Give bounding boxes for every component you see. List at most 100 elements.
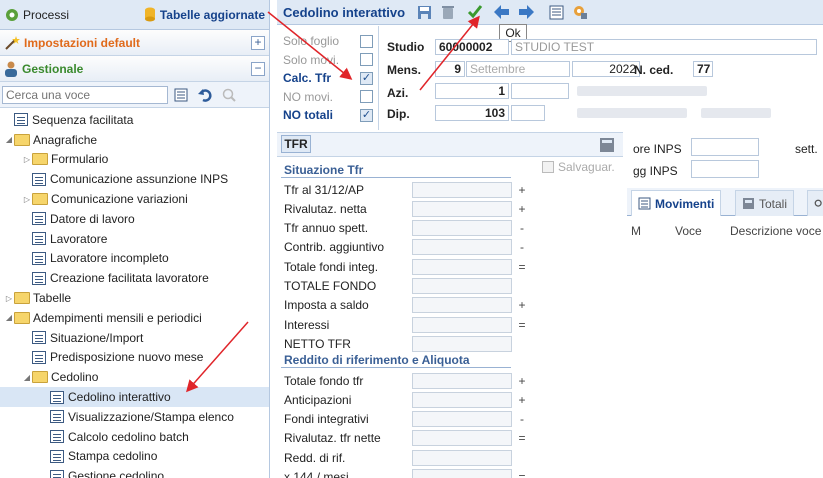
tab-tfr[interactable]: TFR (281, 135, 311, 153)
option-checkbox-row[interactable]: Calc. Tfr ✓ (283, 69, 373, 87)
arrow-right-icon[interactable] (517, 3, 535, 21)
column-m: M (631, 224, 641, 238)
row-value-field[interactable] (412, 449, 512, 466)
checkbox[interactable] (542, 161, 554, 173)
search-icon[interactable] (218, 85, 240, 105)
tree-item[interactable]: ◢ Adempimenti mensili e periodici (0, 308, 269, 328)
row-value-field[interactable] (412, 220, 512, 237)
tab-totali[interactable]: Totali (735, 190, 795, 216)
row-value-field[interactable] (412, 239, 512, 256)
year-field[interactable]: 2022 (572, 61, 640, 77)
nced-field[interactable]: 77 (693, 61, 713, 77)
checkbox[interactable]: ✓ (360, 71, 373, 85)
expander-icon[interactable]: ◢ (22, 373, 32, 382)
tree-item[interactable]: Stampa cedolino (0, 447, 269, 467)
sett-label: sett. (795, 142, 818, 156)
search-input[interactable] (2, 85, 168, 104)
month-number-field[interactable]: 9 (435, 61, 465, 77)
collapse-button[interactable]: − (251, 61, 265, 76)
tree-item[interactable]: ◢ Cedolino (0, 367, 269, 387)
tfr-row: TOTALE FONDO (284, 277, 534, 296)
tabelle-aggiornate-button[interactable]: Tabelle aggiornate (144, 7, 265, 22)
tree-item-selected[interactable]: Cedolino interattivo (0, 387, 269, 407)
tree-item[interactable]: Situazione/Import (0, 328, 269, 348)
expand-button[interactable]: + (251, 35, 265, 50)
tree-item-label: Comunicazione variazioni (51, 192, 188, 207)
row-value-field[interactable] (412, 297, 512, 314)
row-value-field[interactable] (412, 335, 512, 352)
azi-field[interactable]: 1 (435, 83, 509, 99)
undo-icon[interactable] (194, 85, 216, 105)
tree-item[interactable]: ▷ Formulario (0, 150, 269, 170)
row-value-field[interactable] (412, 430, 512, 447)
dip-extra-field[interactable] (511, 105, 545, 121)
document-icon (50, 449, 64, 463)
tree-item[interactable]: Sequenza facilitata (0, 110, 269, 130)
expander-icon[interactable]: ▷ (4, 294, 14, 303)
ore-inps-field[interactable] (691, 138, 759, 156)
option-checkbox-row[interactable]: NO movi. (283, 88, 373, 106)
expander-icon[interactable]: ▷ (22, 155, 32, 164)
row-value-field[interactable] (412, 200, 512, 217)
tfr-row: Contrib. aggiuntivo - (284, 238, 534, 257)
folder-icon (14, 311, 30, 324)
row-label: x 144 / mesi (284, 470, 349, 478)
tab-movimenti[interactable]: Movimenti (631, 190, 722, 216)
arrow-left-icon[interactable] (493, 3, 511, 21)
option-label: Solo foglio (283, 34, 340, 48)
calculator-icon[interactable] (599, 137, 615, 156)
dip-field[interactable]: 103 (435, 105, 509, 121)
row-value-field[interactable] (412, 372, 512, 389)
checkbox[interactable] (360, 34, 373, 48)
row-value-field[interactable] (412, 258, 512, 275)
tab-label: Totali (759, 196, 788, 211)
row-value-field[interactable] (412, 411, 512, 428)
tree-item[interactable]: ▷ Comunicazione variazioni (0, 189, 269, 209)
trash-icon[interactable] (439, 3, 457, 21)
settings-lock-icon[interactable] (571, 3, 589, 21)
option-checkbox-row[interactable]: Solo foglio (283, 32, 373, 50)
tree-item[interactable]: Lavoratore (0, 229, 269, 249)
tree-item-label: Formulario (51, 152, 109, 167)
list-view-icon[interactable] (547, 3, 565, 21)
navigation-panel: Processi Tabelle aggiornate Impostazioni… (0, 0, 270, 478)
expander-icon[interactable]: ◢ (4, 313, 14, 322)
tree-item[interactable]: ◢ Anagrafiche (0, 130, 269, 150)
row-label: Anticipazioni (284, 392, 352, 407)
studio-code-field[interactable]: 60000002 (435, 39, 509, 55)
studio-name-field[interactable]: STUDIO TEST (511, 39, 817, 55)
save-icon[interactable] (415, 3, 433, 21)
ok-check-icon[interactable] (463, 3, 487, 21)
checkbox[interactable] (360, 53, 373, 66)
checkbox[interactable]: ✓ (360, 108, 373, 122)
expander-icon[interactable]: ▷ (22, 195, 32, 204)
option-checkbox-row[interactable]: NO totali ✓ (283, 106, 373, 124)
checkbox[interactable] (360, 90, 373, 103)
tab-search[interactable] (807, 190, 823, 216)
tree-item[interactable]: Comunicazione assunzione INPS (0, 169, 269, 189)
tree-item[interactable]: Gestione cedolino (0, 466, 269, 478)
expander-icon[interactable]: ◢ (4, 135, 14, 144)
tree-item[interactable]: Creazione facilitata lavoratore (0, 268, 269, 288)
tree-item[interactable]: ▷ Tabelle (0, 288, 269, 308)
divider (378, 26, 379, 130)
tree-item[interactable]: Lavoratore incompleto (0, 249, 269, 269)
azi-extra-field[interactable] (511, 83, 569, 99)
list-icon[interactable] (170, 85, 192, 105)
gg-inps-field[interactable] (691, 160, 759, 178)
option-checkbox-row[interactable]: Solo movi. (283, 51, 373, 69)
row-value-field[interactable] (412, 181, 512, 198)
section-impostazioni-default[interactable]: Impostazioni default + (0, 30, 269, 56)
processi-tab[interactable]: Processi (4, 7, 69, 23)
row-value-field[interactable] (412, 391, 512, 408)
row-value-field[interactable] (412, 469, 512, 478)
row-value-field[interactable] (412, 316, 512, 333)
tree-item[interactable]: Datore di lavoro (0, 209, 269, 229)
row-label: Tfr annuo spett. (284, 221, 369, 236)
tree-item[interactable]: Visualizzazione/Stampa elenco (0, 407, 269, 427)
salvaguar-checkbox[interactable]: Salvaguar. (542, 160, 615, 174)
tree-item[interactable]: Predisposizione nuovo mese (0, 348, 269, 368)
tree-item[interactable]: Calcolo cedolino batch (0, 427, 269, 447)
row-value-field[interactable] (412, 278, 512, 294)
section-gestionale[interactable]: Gestionale − (0, 56, 269, 82)
